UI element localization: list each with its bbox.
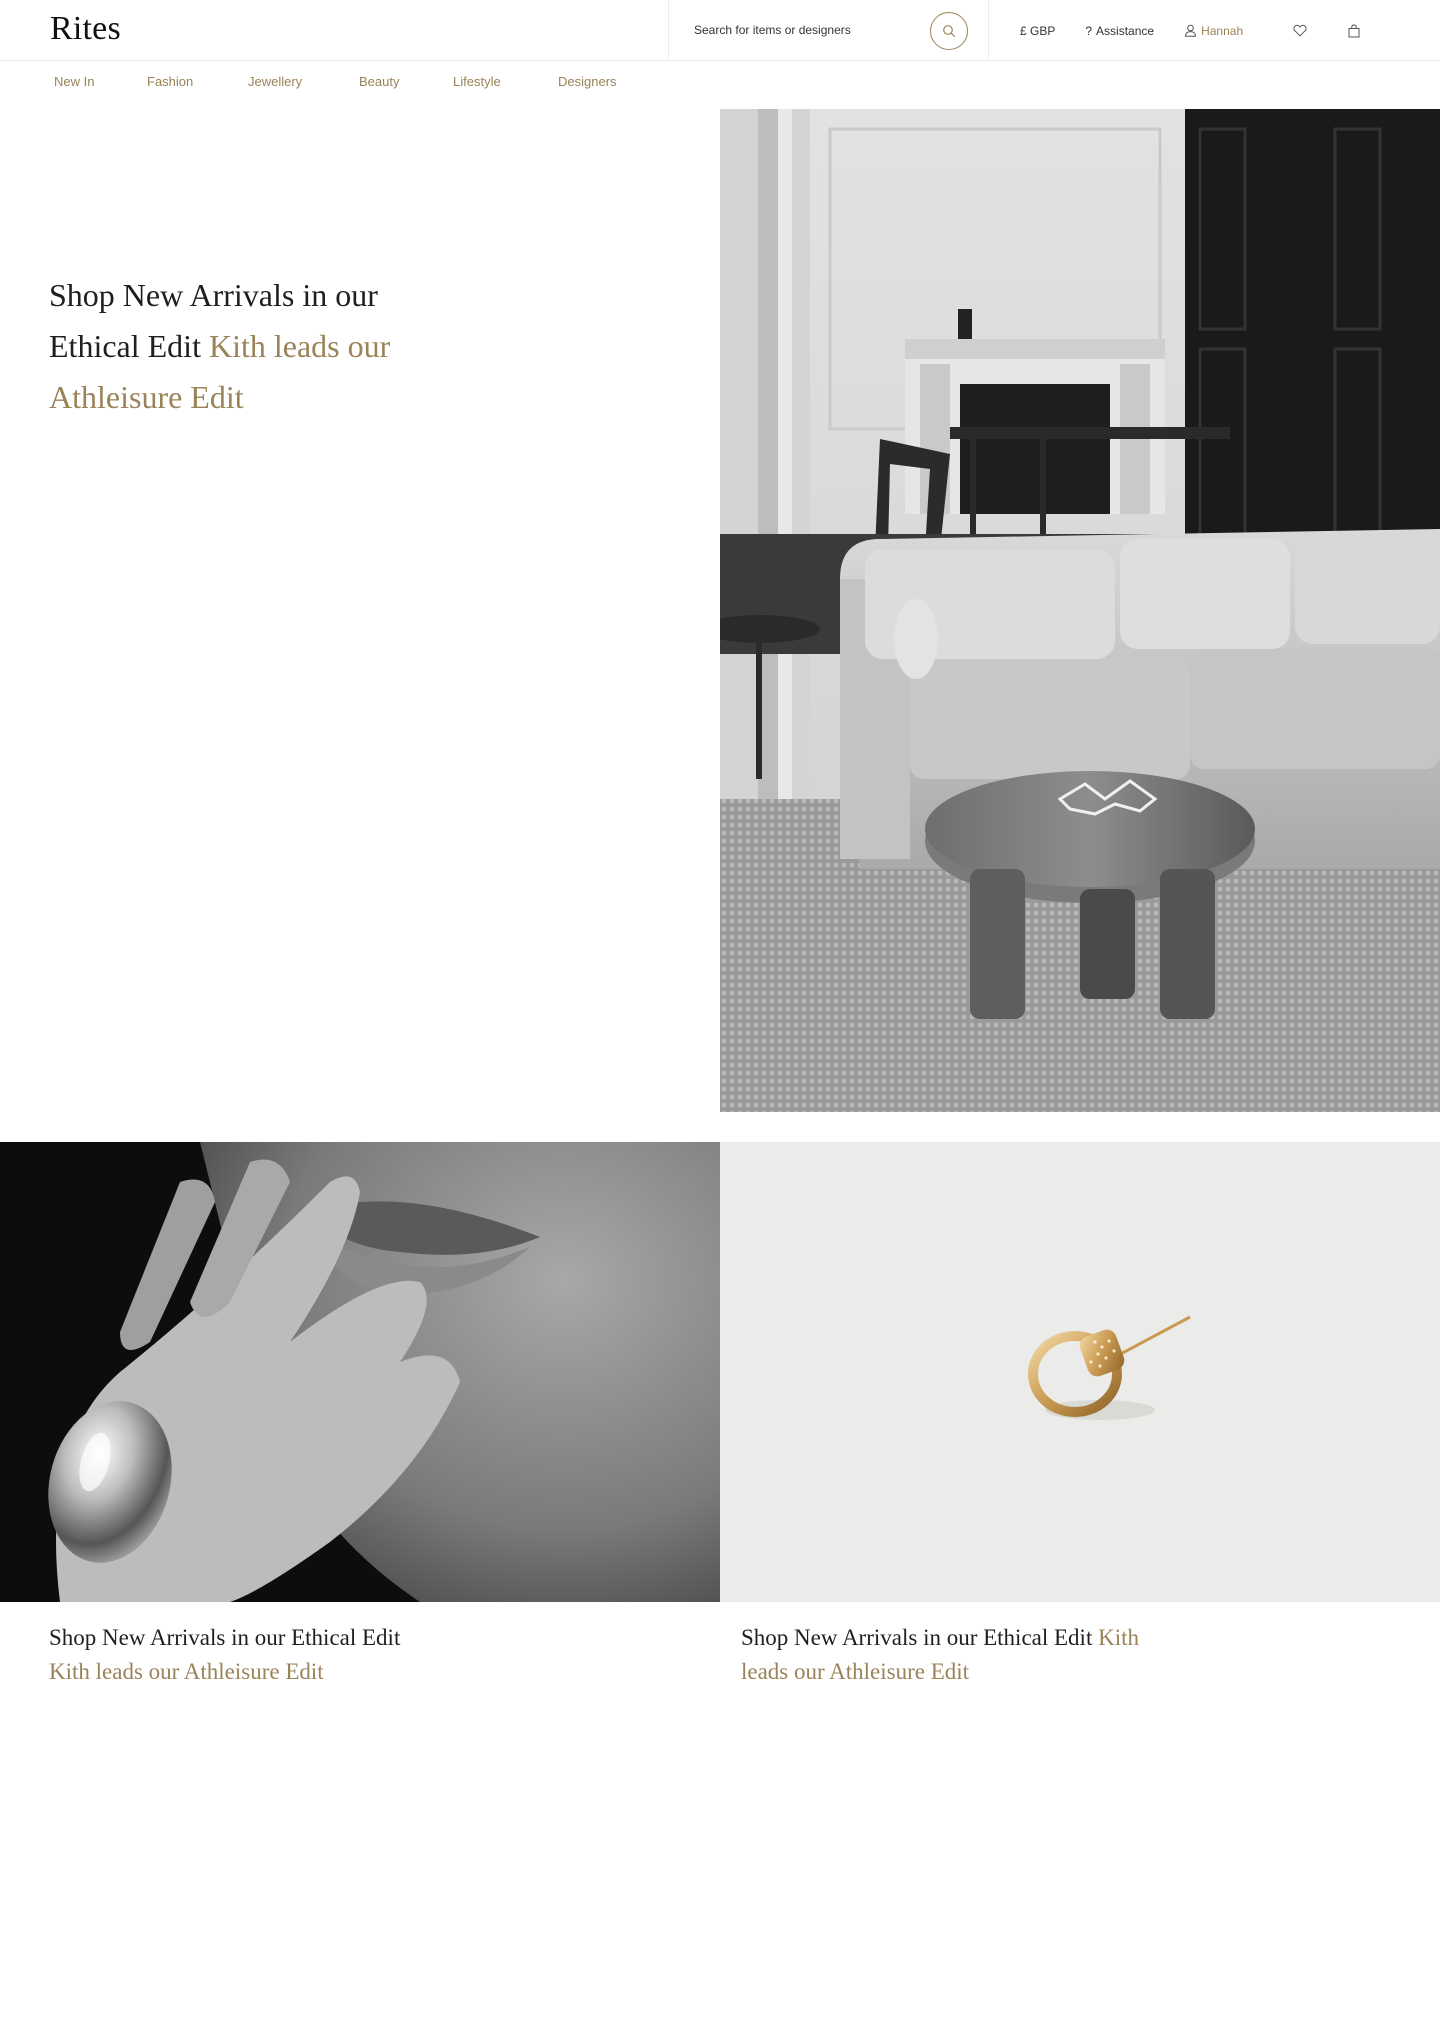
nav-item-fashion[interactable]: Fashion <box>147 74 193 89</box>
assistance-link[interactable]: ? Assistance <box>1085 24 1154 38</box>
search-input[interactable] <box>694 19 914 41</box>
main-nav: New In Fashion Jewellery Beauty Lifestyl… <box>0 74 1440 96</box>
assistance-label: Assistance <box>1096 23 1155 38</box>
account-link[interactable]: Hannah <box>1184 24 1243 38</box>
search-bar <box>668 0 989 61</box>
tile-1-text-accent: Kith leads our Athleisure Edit <box>49 1659 324 1684</box>
tile-1-text-primary: Shop New Arrivals in our Ethical Edit <box>49 1625 401 1650</box>
bag-icon <box>1348 23 1360 37</box>
nav-item-jewellery[interactable]: Jewellery <box>248 74 302 89</box>
wishlist-button[interactable] <box>1273 24 1327 37</box>
question-icon: ? <box>1085 23 1093 38</box>
living-room-illustration <box>720 109 1440 1112</box>
heart-icon <box>1293 24 1307 37</box>
nav-item-lifestyle[interactable]: Lifestyle <box>453 74 501 89</box>
hero-image-living-room[interactable] <box>720 109 1440 1112</box>
page: Rites £ GBP ? Assistance <box>0 0 1440 2035</box>
search-button[interactable] <box>930 12 968 50</box>
currency-label: £ GBP <box>1020 23 1056 38</box>
gold-earring-illustration <box>720 1142 1440 1602</box>
site-header: Rites £ GBP ? Assistance <box>0 0 1440 61</box>
tile-caption-2[interactable]: Shop New Arrivals in our Ethical Edit Ki… <box>741 1621 1141 1689</box>
user-name: Hannah <box>1201 23 1244 38</box>
bag-button[interactable] <box>1327 23 1381 38</box>
hero-headline[interactable]: Shop New Arrivals in our Ethical Edit Ki… <box>49 270 469 423</box>
nav-item-new-in[interactable]: New In <box>54 74 94 89</box>
header-utilities: £ GBP ? Assistance Hannah <box>1020 0 1381 61</box>
nav-item-beauty[interactable]: Beauty <box>359 74 399 89</box>
currency-selector[interactable]: £ GBP <box>1020 24 1055 38</box>
user-icon <box>1185 24 1197 37</box>
tile-image-silver-ring[interactable] <box>0 1142 720 1602</box>
tile-2-text-primary: Shop New Arrivals in our Ethical Edit <box>741 1625 1093 1650</box>
silver-ring-illustration <box>0 1142 720 1602</box>
nav-item-designers[interactable]: Designers <box>558 74 617 89</box>
tile-image-gold-earring[interactable] <box>720 1142 1440 1602</box>
site-logo[interactable]: Rites <box>50 10 121 48</box>
tile-caption-1[interactable]: Shop New Arrivals in our Ethical Edit Ki… <box>49 1621 609 1689</box>
search-icon <box>943 25 956 38</box>
